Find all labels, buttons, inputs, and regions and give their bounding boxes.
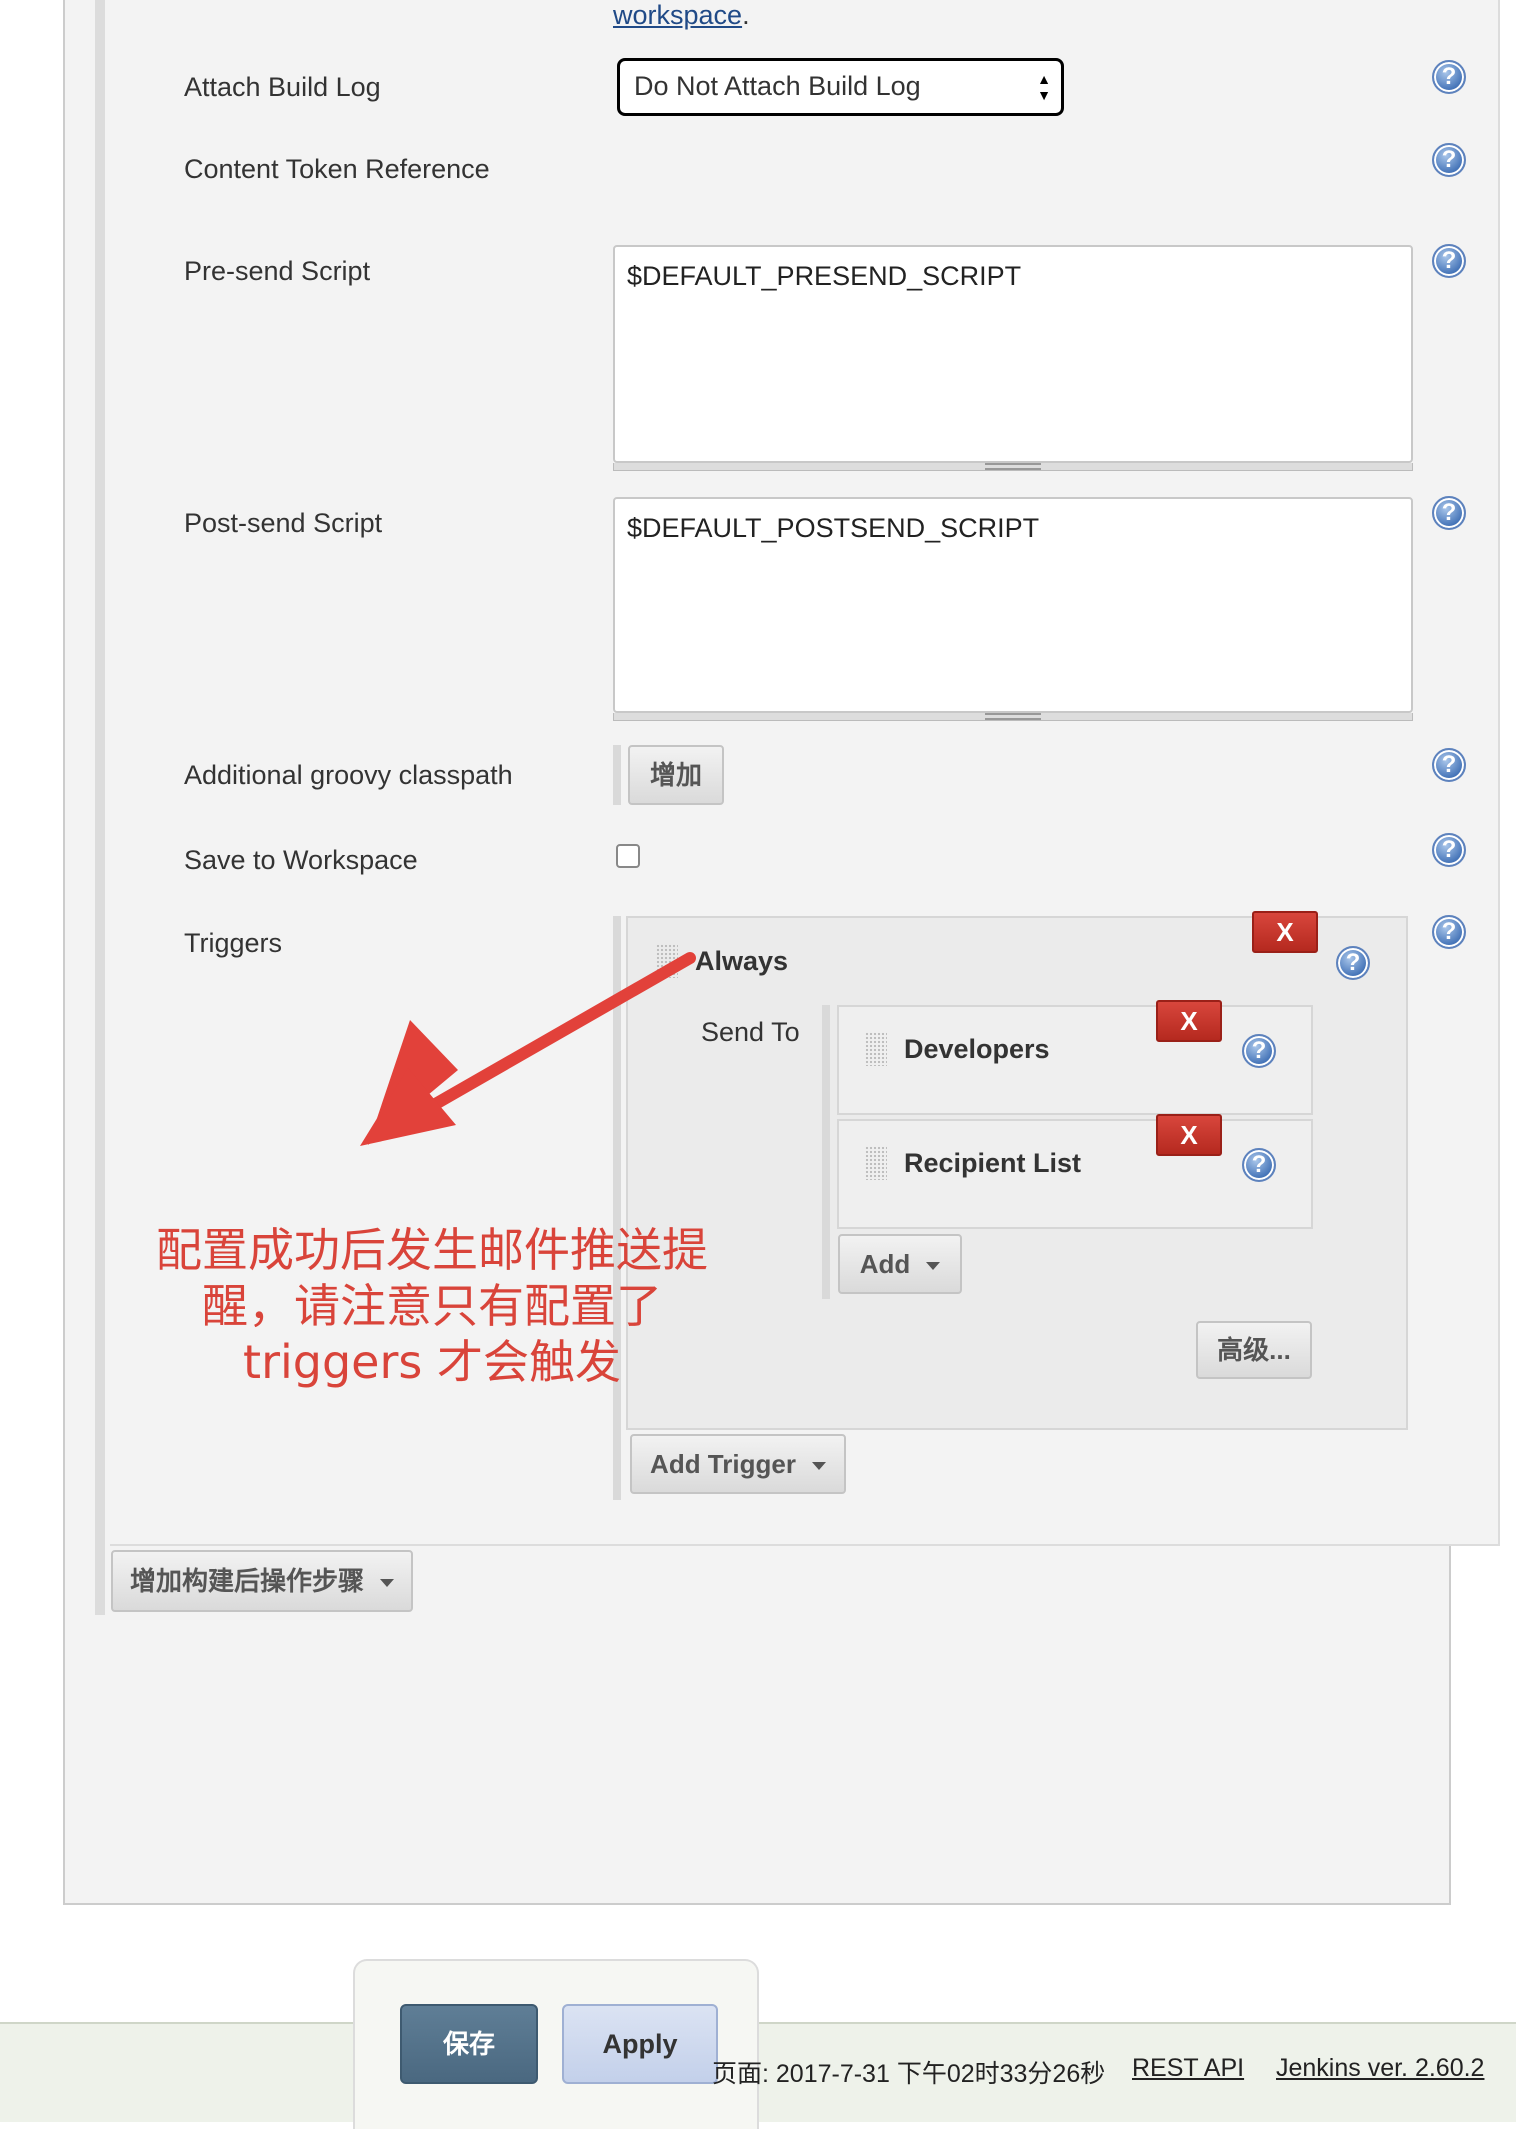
help-icon[interactable]: ? xyxy=(1432,143,1466,177)
help-icon[interactable]: ? xyxy=(1336,946,1370,980)
attach-build-log-label: Attach Build Log xyxy=(184,72,381,102)
additional-groovy-classpath-label: Additional groovy classpath xyxy=(184,760,513,790)
pre-send-resize-bar[interactable] xyxy=(613,463,1413,471)
resize-grip-icon xyxy=(985,463,1041,470)
recipient-name: Developers xyxy=(904,1034,1050,1064)
annotation-text: 配置成功后发生邮件推送提醒，请注意只有配置了 triggers 才会触发 xyxy=(156,1223,708,1389)
content-token-reference-label: Content Token Reference xyxy=(184,154,490,184)
jenkins-version-link[interactable]: Jenkins ver. 2.60.2 xyxy=(1276,2054,1484,2083)
annotation-arrow xyxy=(360,952,696,1146)
send-to-gutter xyxy=(822,1005,830,1299)
help-icon[interactable]: ? xyxy=(1432,496,1466,530)
attach-build-log-value: Do Not Attach Build Log xyxy=(634,71,921,101)
apply-button[interactable]: Apply xyxy=(562,2004,718,2084)
drag-handle-icon[interactable] xyxy=(865,1032,887,1066)
rest-api-link[interactable]: REST API xyxy=(1132,2054,1244,2083)
workspace-link[interactable]: workspace xyxy=(613,0,742,30)
workspace-link-line: workspace. xyxy=(613,0,750,31)
pre-send-script-textarea[interactable]: $DEFAULT_PRESEND_SCRIPT xyxy=(613,245,1413,463)
add-post-build-step-label: 增加构建后操作步骤 xyxy=(129,1566,364,1596)
help-icon[interactable]: ? xyxy=(1432,60,1466,94)
add-classpath-button[interactable]: 增加 xyxy=(628,745,724,805)
help-icon[interactable]: ? xyxy=(1432,748,1466,782)
help-icon[interactable]: ? xyxy=(1432,915,1466,949)
section-gutter xyxy=(95,0,105,1615)
delete-trigger-button[interactable]: X xyxy=(1252,911,1318,953)
add-trigger-label: Add Trigger xyxy=(650,1449,796,1479)
save-to-workspace-label: Save to Workspace xyxy=(184,845,418,875)
chevron-down-icon xyxy=(926,1262,941,1271)
help-icon[interactable]: ? xyxy=(1432,833,1466,867)
post-send-resize-bar[interactable] xyxy=(613,713,1413,721)
post-send-script-textarea[interactable]: $DEFAULT_POSTSEND_SCRIPT xyxy=(613,497,1413,713)
resize-grip-icon xyxy=(985,713,1041,720)
page-generated-text: 页面: 2017-7-31 下午02时33分26秒 xyxy=(712,2060,1106,2088)
help-icon[interactable]: ? xyxy=(1242,1034,1276,1068)
link-suffix: . xyxy=(742,0,750,30)
add-trigger-dropdown[interactable]: Add Trigger xyxy=(630,1434,846,1494)
recipient-name: Recipient List xyxy=(904,1148,1082,1178)
add-recipient-label: Add xyxy=(859,1249,911,1279)
pre-send-script-label: Pre-send Script xyxy=(184,256,371,286)
add-recipient-dropdown[interactable]: Add xyxy=(838,1234,962,1294)
triggers-label: Triggers xyxy=(184,928,283,958)
drag-handle-icon[interactable] xyxy=(865,1146,887,1180)
delete-recipient-button[interactable]: X xyxy=(1156,1000,1222,1042)
select-arrows-icon: ▲ ▼ xyxy=(1037,71,1051,103)
chevron-down-icon xyxy=(811,1462,826,1471)
help-icon[interactable]: ? xyxy=(1432,244,1466,278)
post-send-script-label: Post-send Script xyxy=(184,508,383,538)
advanced-button[interactable]: 高级... xyxy=(1196,1321,1312,1379)
chevron-down-icon xyxy=(380,1579,394,1588)
delete-recipient-button[interactable]: X xyxy=(1156,1114,1222,1156)
help-icon[interactable]: ? xyxy=(1242,1148,1276,1182)
send-to-label: Send To xyxy=(701,1017,800,1047)
add-post-build-step-dropdown[interactable]: 增加构建后操作步骤 xyxy=(111,1550,413,1612)
attach-build-log-select[interactable]: Do Not Attach Build Log ▲ ▼ xyxy=(617,58,1064,116)
save-to-workspace-checkbox[interactable] xyxy=(616,844,640,868)
save-button[interactable]: 保存 xyxy=(400,2004,538,2084)
field-gutter xyxy=(613,745,621,805)
